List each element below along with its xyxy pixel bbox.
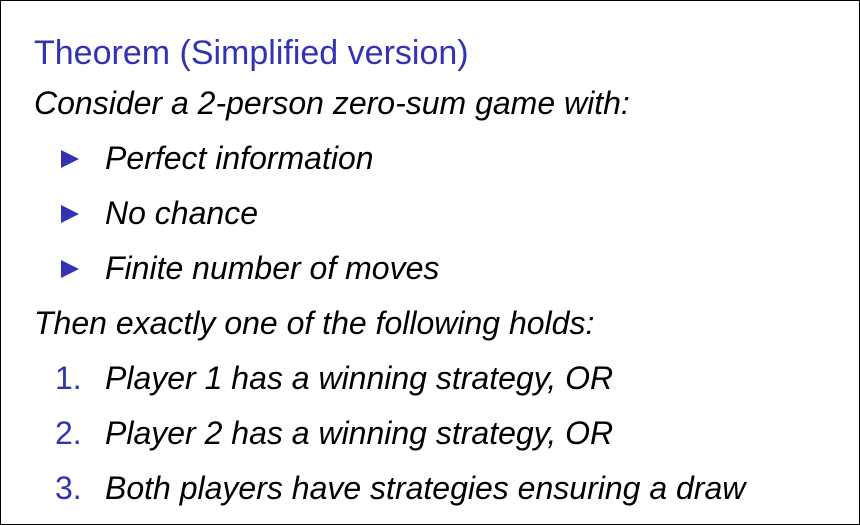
condition-text: No chance <box>105 195 258 231</box>
condition-text: Finite number of moves <box>105 250 440 286</box>
outcome-number: 3. <box>55 470 82 506</box>
outcome-item: 1. Player 1 has a winning strategy, OR <box>55 358 613 398</box>
outcome-item: 3. Both players have strategies ensuring… <box>55 468 745 508</box>
theorem-block: Theorem (Simplified version) Consider a … <box>0 0 860 525</box>
outcome-item: 2. Player 2 has a winning strategy, OR <box>55 413 613 453</box>
triangle-right-icon <box>61 205 79 223</box>
theorem-conclusion: Then exactly one of the following holds: <box>34 305 595 341</box>
outcome-text: Both players have strategies ensuring a … <box>105 470 746 506</box>
theorem-intro: Consider a 2-person zero-sum game with: <box>34 85 630 121</box>
condition-item: No chance <box>61 193 258 233</box>
triangle-right-icon <box>61 260 79 278</box>
condition-item: Finite number of moves <box>61 248 439 288</box>
outcome-text: Player 1 has a winning strategy, OR <box>105 360 614 396</box>
condition-text: Perfect information <box>105 140 374 176</box>
outcome-number: 1. <box>55 360 82 396</box>
theorem-title: Theorem (Simplified version) <box>34 34 469 72</box>
condition-item: Perfect information <box>61 138 374 178</box>
outcome-text: Player 2 has a winning strategy, OR <box>105 415 614 451</box>
triangle-right-icon <box>61 150 79 168</box>
outcome-number: 2. <box>55 415 82 451</box>
